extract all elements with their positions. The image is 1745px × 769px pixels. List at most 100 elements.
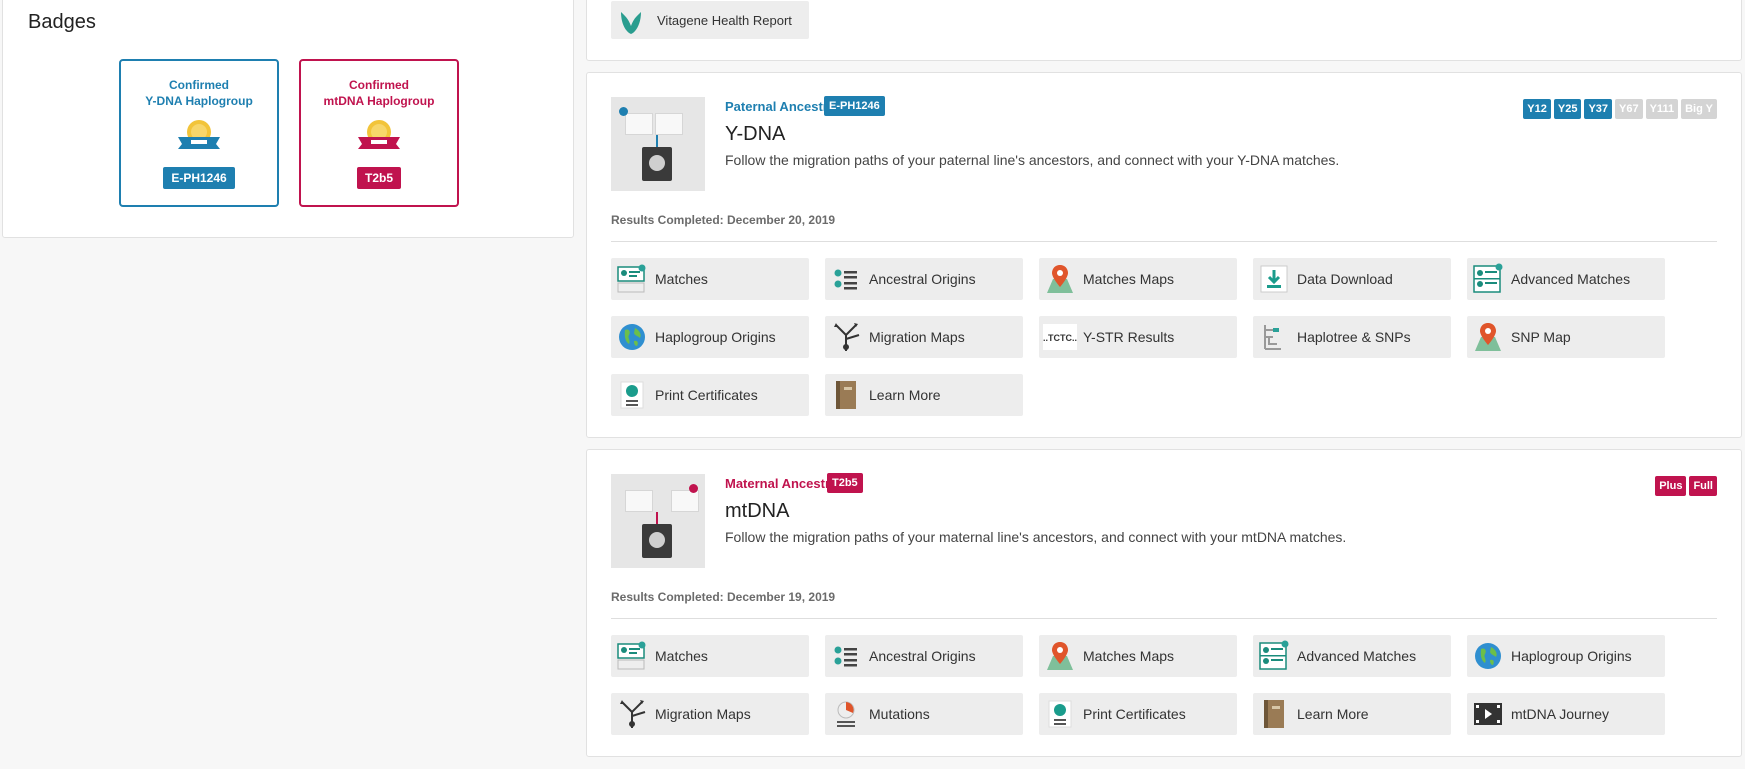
map-pin-icon: [1470, 319, 1506, 355]
badge-heading-line1: Confirmed: [169, 78, 229, 92]
video-icon: [1470, 696, 1506, 732]
book-icon: [828, 377, 864, 413]
badge-heading: Confirmed mtDNA Haplogroup: [301, 77, 457, 109]
ydna-tool-migration-maps-button[interactable]: Migration Maps: [825, 316, 1023, 358]
download-icon: [1256, 261, 1292, 297]
badge-haplogroup-value: T2b5: [356, 167, 401, 189]
ydna-tool-matches-button[interactable]: Matches: [611, 258, 809, 300]
str-sequence-icon: ..TCTC..: [1042, 319, 1078, 355]
test-level-y12[interactable]: Y12: [1523, 99, 1551, 119]
mtdna-tool-mutations-button[interactable]: Mutations: [825, 693, 1023, 735]
tool-label: Learn More: [869, 387, 941, 403]
vitagene-card: Vitagene Health Report: [586, 0, 1742, 61]
ydna-tool-data-download-button[interactable]: Data Download: [1253, 258, 1451, 300]
ydna-tool-advanced-matches-button[interactable]: Advanced Matches: [1467, 258, 1665, 300]
divider: [611, 618, 1717, 619]
vitagene-health-report-button[interactable]: Vitagene Health Report: [611, 1, 809, 39]
mtdna-thumbnail: [611, 474, 705, 568]
mtdna-haplogroup-badge: T2b5: [827, 473, 863, 493]
test-level-full[interactable]: Full: [1689, 476, 1717, 496]
badge-heading-line2: mtDNA Haplogroup: [323, 94, 435, 108]
mtdna-title: mtDNA: [725, 500, 790, 522]
tool-label: Print Certificates: [655, 387, 758, 403]
ydna-tool-y-str-results-button[interactable]: ..TCTC.. Y-STR Results: [1039, 316, 1237, 358]
mtdna-tool-matches-maps-button[interactable]: Matches Maps: [1039, 635, 1237, 677]
tool-label: Ancestral Origins: [869, 648, 976, 664]
certificate-icon: [614, 377, 650, 413]
rosette-icon: [178, 120, 220, 149]
test-level-y67[interactable]: Y67: [1615, 99, 1643, 119]
tool-label: Mutations: [869, 706, 930, 722]
test-level-big-y[interactable]: Big Y: [1681, 99, 1717, 119]
tool-label: Matches Maps: [1083, 271, 1175, 287]
vitagene-logo-icon: [621, 12, 641, 34]
migration-icon: [614, 696, 650, 732]
tool-label: Haplotree & SNPs: [1297, 329, 1411, 345]
map-pin-icon: [1042, 638, 1078, 674]
haplotree-icon: [1256, 319, 1292, 355]
ancestral-origins-icon: [828, 638, 864, 674]
tool-label: SNP Map: [1511, 329, 1571, 345]
badge-haplogroup-value: E-PH1246: [163, 167, 235, 189]
migration-icon: [828, 319, 864, 355]
tool-label: Ancestral Origins: [869, 271, 976, 287]
ydna-haplogroup-badge: E-PH1246: [824, 96, 885, 116]
tool-label: Matches: [655, 271, 708, 287]
ydna-results-date: Results Completed: December 20, 2019: [611, 213, 836, 227]
test-level-y25[interactable]: Y25: [1553, 99, 1582, 119]
tool-label: Haplogroup Origins: [655, 329, 776, 345]
mtdna-tool-learn-more-button[interactable]: Learn More: [1253, 693, 1451, 735]
mtdna-kicker: Maternal Ancestry: [725, 476, 838, 491]
tool-label: Migration Maps: [655, 706, 751, 722]
ydna-tool-learn-more-button[interactable]: Learn More: [825, 374, 1023, 416]
badges-panel: Badges Confirmed Y-DNA Haplogroup E-PH12…: [2, 0, 574, 238]
badge-heading: Confirmed Y-DNA Haplogroup: [121, 77, 277, 109]
mtdna-tool-haplogroup-origins-button[interactable]: Haplogroup Origins: [1467, 635, 1665, 677]
globe-icon: [1470, 638, 1506, 674]
test-level-y111[interactable]: Y111: [1645, 99, 1679, 119]
vitagene-label: Vitagene Health Report: [657, 12, 792, 28]
tool-label: Matches: [655, 648, 708, 664]
mtdna-tool-mtdna-journey-button[interactable]: mtDNA Journey: [1467, 693, 1665, 735]
ydna-description: Follow the migration paths of your pater…: [725, 152, 1340, 168]
test-level-y37[interactable]: Y37: [1584, 99, 1613, 119]
mtdna-tool-print-certificates-button[interactable]: Print Certificates: [1039, 693, 1237, 735]
svg-text:..TCTC..: ..TCTC..: [1043, 333, 1077, 343]
matches-icon: [614, 638, 650, 674]
book-icon: [1256, 696, 1292, 732]
mtdna-tool-advanced-matches-button[interactable]: Advanced Matches: [1253, 635, 1451, 677]
ydna-test-levels: Y12 Y25 Y37 Y67 Y111 Big Y: [1523, 99, 1717, 119]
globe-icon: [614, 319, 650, 355]
tool-label: Data Download: [1297, 271, 1393, 287]
mutations-icon: [828, 696, 864, 732]
badge-heading-line1: Confirmed: [349, 78, 409, 92]
ydna-tool-ancestral-origins-button[interactable]: Ancestral Origins: [825, 258, 1023, 300]
tool-label: Advanced Matches: [1511, 271, 1631, 287]
matches-icon: [614, 261, 650, 297]
ancestral-origins-icon: [828, 261, 864, 297]
mtdna-tool-ancestral-origins-button[interactable]: Ancestral Origins: [825, 635, 1023, 677]
mtdna-haplogroup-badge[interactable]: Confirmed mtDNA Haplogroup T2b5: [299, 59, 459, 207]
ydna-tool-print-certificates-button[interactable]: Print Certificates: [611, 374, 809, 416]
mtdna-tool-migration-maps-button[interactable]: Migration Maps: [611, 693, 809, 735]
advanced-matches-icon: [1470, 261, 1506, 297]
badge-heading-line2: Y-DNA Haplogroup: [145, 94, 253, 108]
tool-label: Y-STR Results: [1083, 329, 1175, 345]
ydna-section: Paternal Ancestry E-PH1246 Y-DNA Follow …: [586, 72, 1742, 438]
mtdna-test-levels: Plus Full: [1655, 476, 1717, 496]
mtdna-description: Follow the migration paths of your mater…: [725, 529, 1347, 545]
ydna-tool-snp-map-button[interactable]: SNP Map: [1467, 316, 1665, 358]
tool-label: Haplogroup Origins: [1511, 648, 1632, 664]
ydna-title: Y-DNA: [725, 123, 786, 145]
test-level-plus[interactable]: Plus: [1655, 476, 1687, 496]
mtdna-tool-matches-button[interactable]: Matches: [611, 635, 809, 677]
ydna-haplogroup-badge[interactable]: Confirmed Y-DNA Haplogroup E-PH1246: [119, 59, 279, 207]
tool-label: Learn More: [1297, 706, 1369, 722]
divider: [611, 241, 1717, 242]
ydna-kicker: Paternal Ancestry: [725, 99, 836, 114]
tool-label: mtDNA Journey: [1511, 706, 1610, 722]
advanced-matches-icon: [1256, 638, 1292, 674]
ydna-tool-haplogroup-origins-button[interactable]: Haplogroup Origins: [611, 316, 809, 358]
ydna-tool-haplotree-and-snps-button[interactable]: Haplotree & SNPs: [1253, 316, 1451, 358]
ydna-tool-matches-maps-button[interactable]: Matches Maps: [1039, 258, 1237, 300]
